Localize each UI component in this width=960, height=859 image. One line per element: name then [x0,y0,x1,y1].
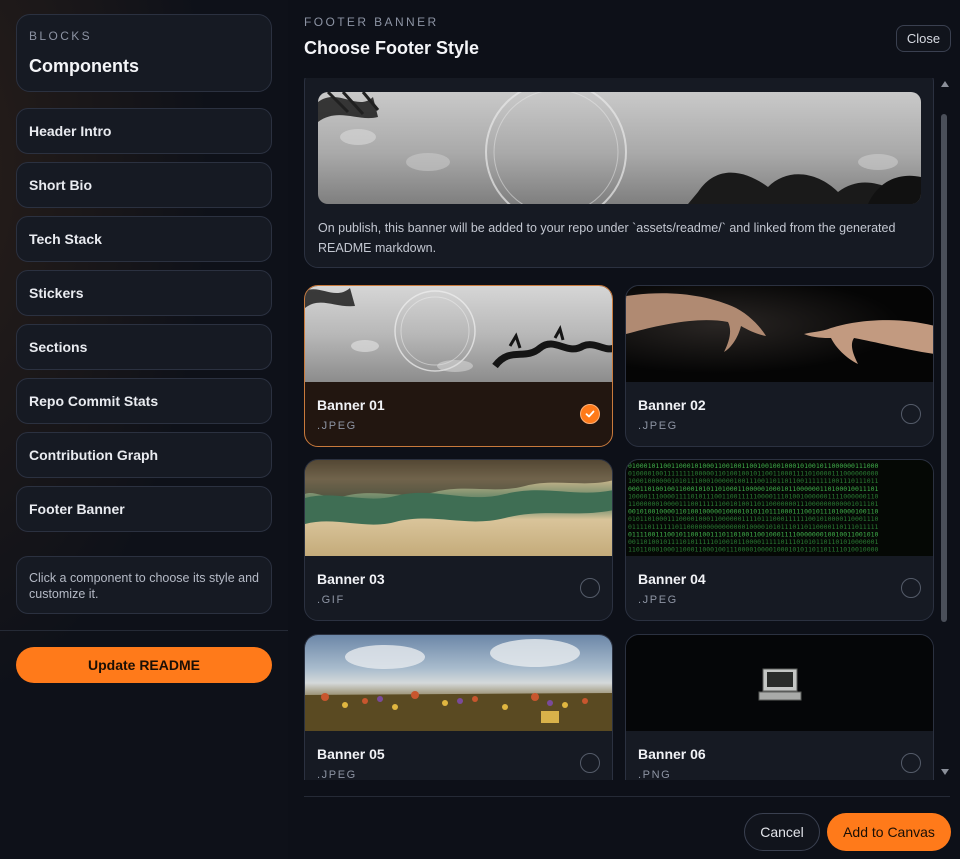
scroll-down-icon[interactable] [941,769,949,775]
sidebar-item-footer-banner[interactable]: Footer Banner [16,486,272,532]
banner-ext-01: .JPEG [317,420,357,432]
banner-card-02[interactable]: Banner 02 .JPEG [625,285,934,447]
sidebar-item-repo-commit-stats[interactable]: Repo Commit Stats [16,378,272,424]
sidebar-item-sections[interactable]: Sections [16,324,272,370]
banner-name-06: Banner 06 [638,746,706,762]
banner-radio-06[interactable] [901,753,921,773]
banner-preview-card: On publish, this banner will be added to… [304,78,934,268]
sidebar-title: Components [29,56,139,76]
svg-text:110110001000110001100010011100: 1101100010001100011000100111000010000100… [628,546,879,554]
banner-thumbnail-04: 0100010110011000101000110010011001001001… [626,460,933,556]
banner-preview-image [318,92,921,204]
banner-card-01[interactable]: Banner 01 .JPEG [304,285,613,447]
close-button[interactable]: Close [896,25,951,52]
sidebar-item-short-bio[interactable]: Short Bio [16,162,272,208]
banner-card-03[interactable]: Banner 03 .GIF [304,459,613,621]
cancel-button[interactable]: Cancel [744,813,820,851]
sidebar-item-stickers[interactable]: Stickers [16,270,272,316]
sidebar: BLOCKS Components Header Intro Short Bio… [0,0,288,859]
section-eyebrow: FOOTER BANNER [304,15,439,29]
banner-card-04[interactable]: 0100010110011000101000110010011001001001… [625,459,934,621]
banner-ext-05: .JPEG [317,769,357,780]
banner-radio-05[interactable] [580,753,600,773]
banner-radio-03[interactable] [580,578,600,598]
scrollbar-thumb[interactable] [941,114,947,622]
sidebar-header: BLOCKS Components [16,14,272,92]
sidebar-divider [0,630,288,631]
banner-name-01: Banner 01 [317,397,385,413]
banner-name-04: Banner 04 [638,571,706,587]
sidebar-item-tech-stack[interactable]: Tech Stack [16,216,272,262]
sidebar-item-header-intro[interactable]: Header Intro [16,108,272,154]
sidebar-eyebrow: BLOCKS [29,29,93,43]
update-readme-button[interactable]: Update README [16,647,272,683]
banner-thumbnail-03 [305,460,612,556]
add-to-canvas-button[interactable]: Add to Canvas [827,813,951,851]
banner-thumbnail-02 [626,286,933,382]
banner-card-06[interactable]: Banner 06 .PNG [625,634,934,780]
banner-scroll-area: On publish, this banner will be added to… [304,78,934,780]
banner-preview-note: On publish, this banner will be added to… [318,221,896,255]
banner-radio-01[interactable] [580,404,600,424]
banner-ext-02: .JPEG [638,420,678,432]
sidebar-item-contribution-graph[interactable]: Contribution Graph [16,432,272,478]
banner-thumbnail-05 [305,635,612,731]
banner-name-02: Banner 02 [638,397,706,413]
banner-ext-06: .PNG [638,769,672,780]
page-title: Choose Footer Style [304,38,480,58]
banner-ext-03: .GIF [317,594,345,606]
footer-divider [304,796,950,797]
banner-thumbnail-06 [626,635,933,731]
scrollbar[interactable] [939,78,951,780]
scroll-up-icon[interactable] [941,81,949,87]
banner-card-05[interactable]: Banner 05 .JPEG [304,634,613,780]
computer-icon [758,668,802,701]
sidebar-help-text: Click a component to choose its style an… [16,556,272,614]
banner-radio-04[interactable] [901,578,921,598]
check-icon [585,410,595,418]
banner-name-03: Banner 03 [317,571,385,587]
banner-ext-04: .JPEG [638,594,678,606]
banner-radio-02[interactable] [901,404,921,424]
banner-thumbnail-01 [305,286,612,382]
banner-name-05: Banner 05 [317,746,385,762]
